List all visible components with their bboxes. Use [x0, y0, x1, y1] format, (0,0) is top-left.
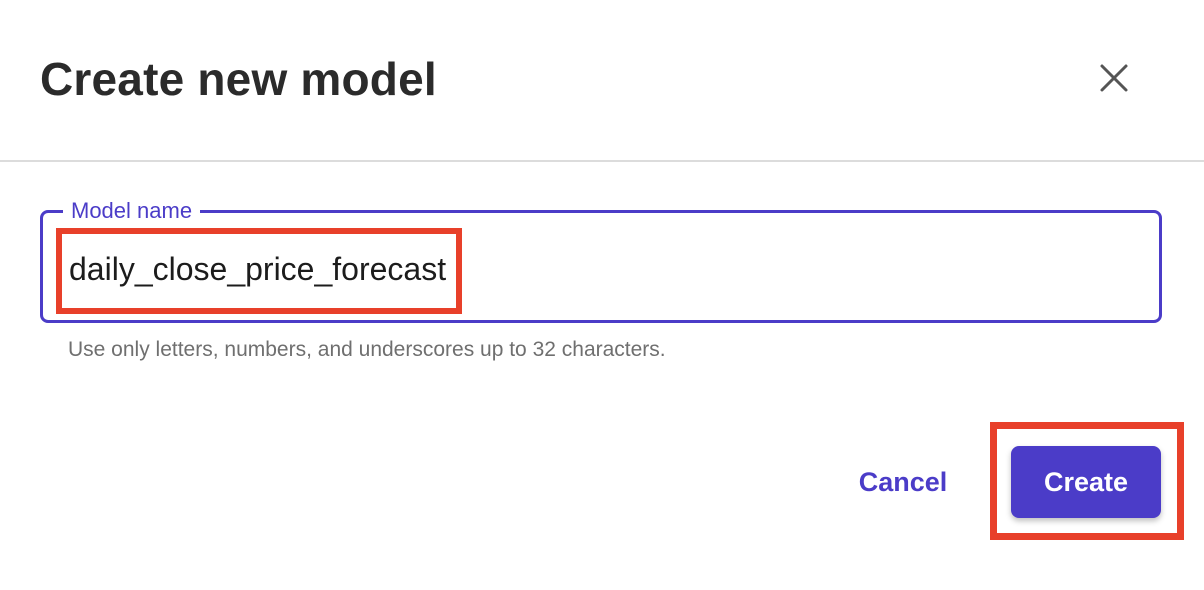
header-divider — [0, 160, 1204, 162]
model-name-label: Model name — [63, 197, 201, 225]
close-icon — [1100, 64, 1128, 92]
dialog-header: Create new model — [0, 0, 1204, 160]
create-button[interactable]: Create — [1011, 446, 1161, 518]
dialog-title: Create new model — [40, 53, 437, 105]
model-name-helper-text: Use only letters, numbers, and underscor… — [68, 338, 666, 361]
cancel-button[interactable]: Cancel — [846, 456, 960, 508]
model-name-input[interactable] — [69, 247, 1129, 291]
create-model-dialog: Create new model Model name Use only let… — [0, 0, 1204, 590]
model-name-field: Model name — [40, 197, 1162, 323]
close-button[interactable] — [1092, 56, 1136, 100]
